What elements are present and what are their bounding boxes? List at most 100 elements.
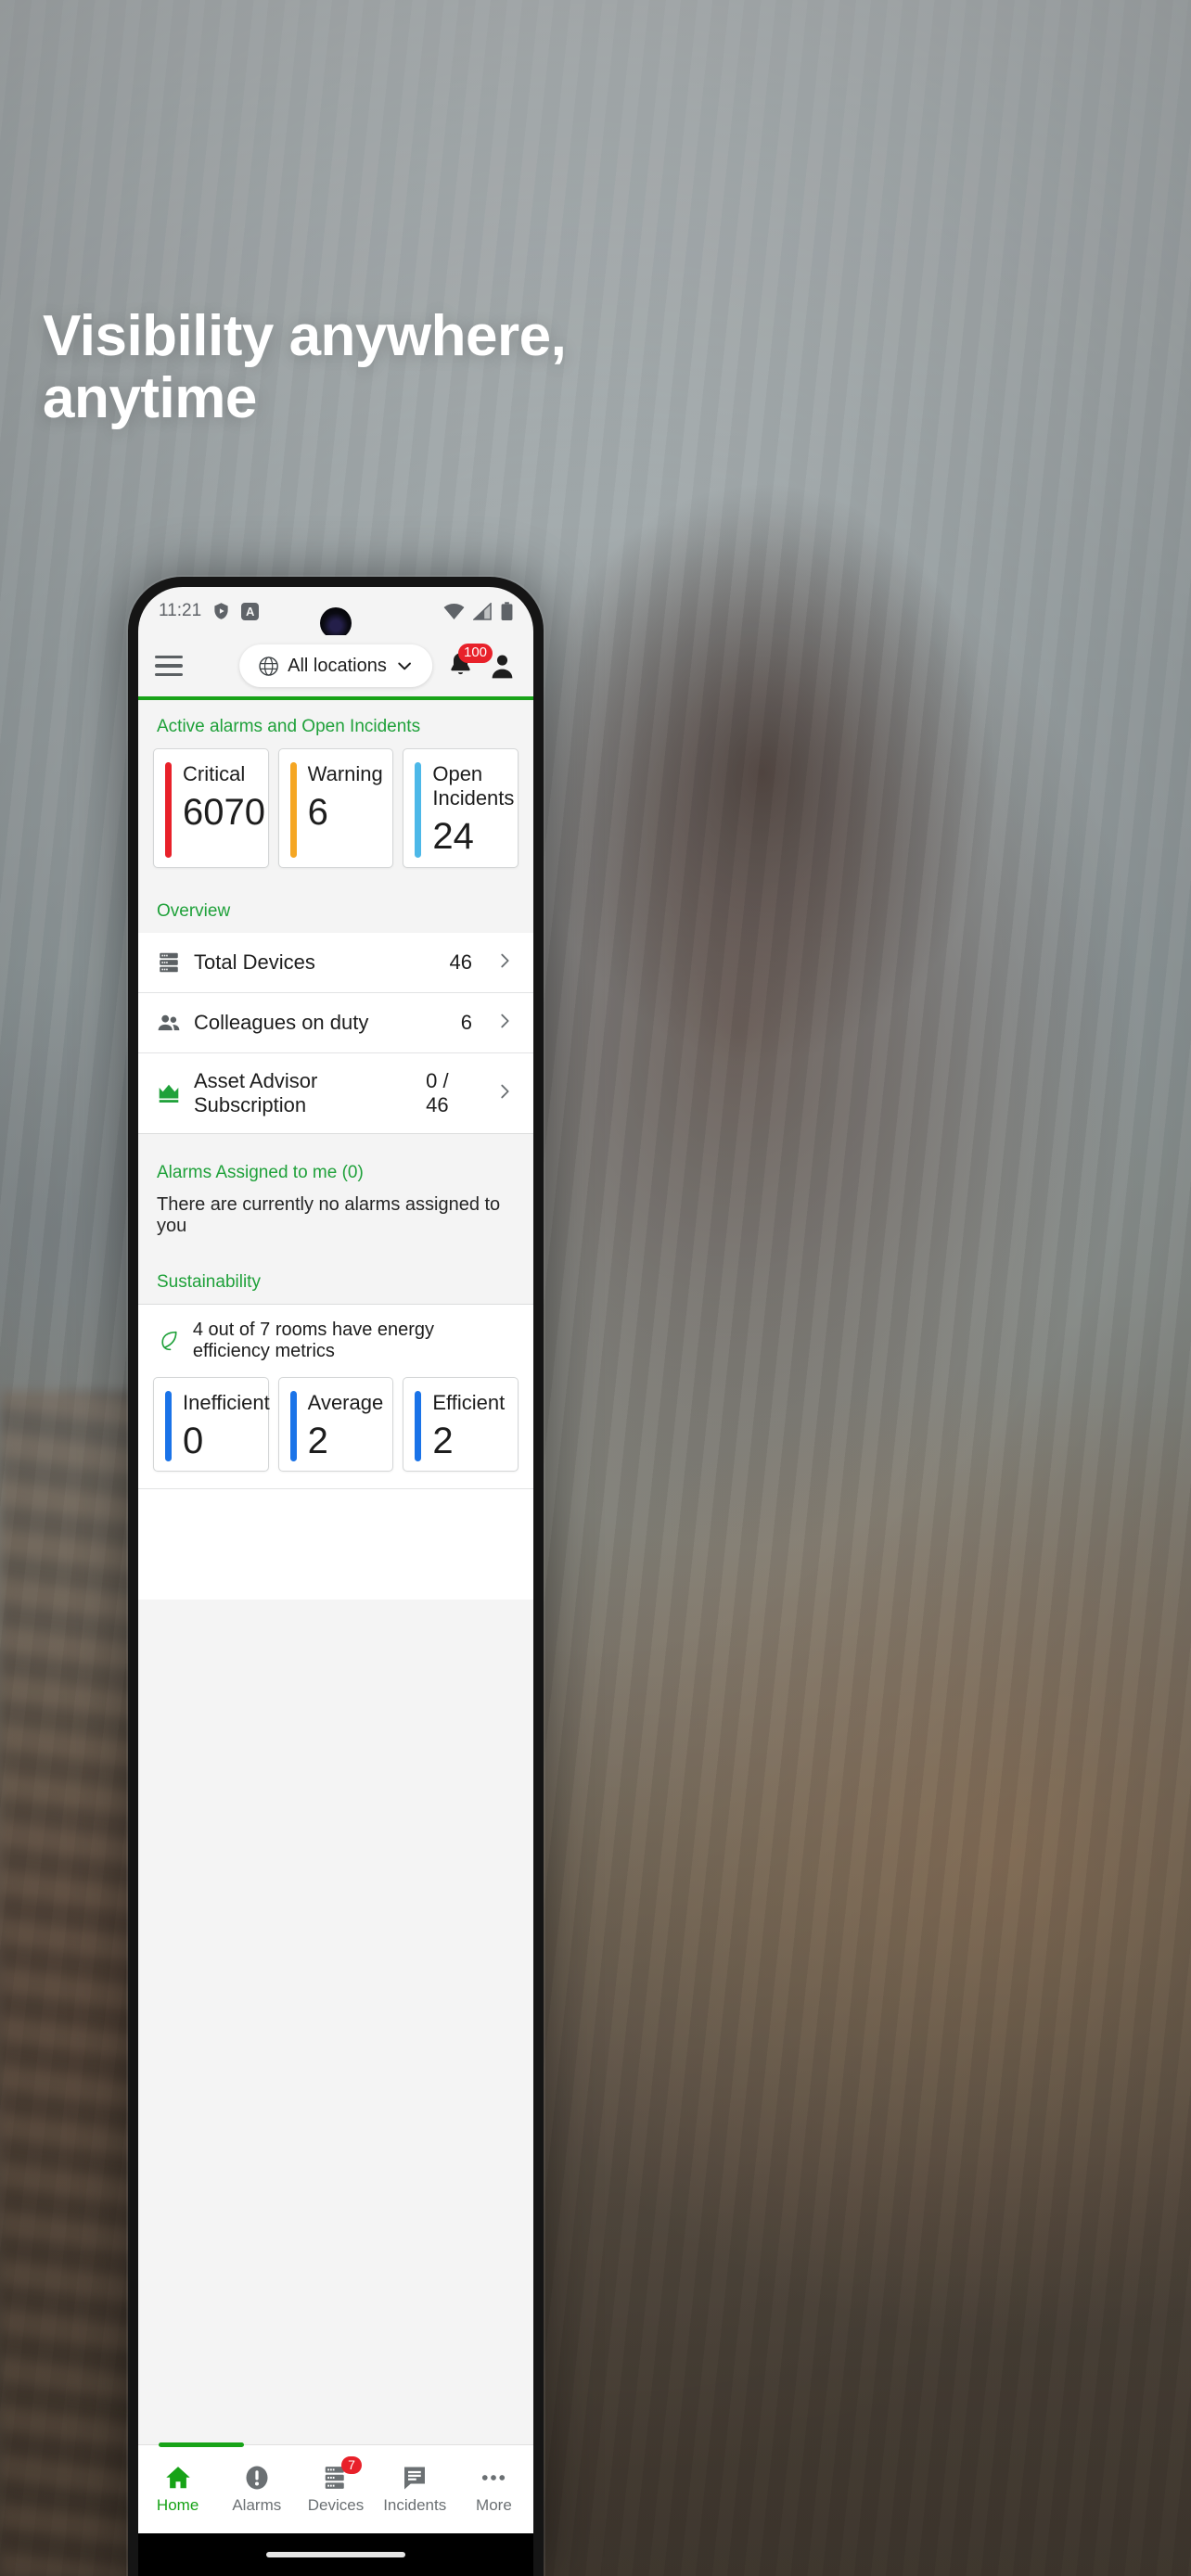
- section-divider: [138, 1132, 533, 1146]
- efficiency-card-title: Efficient: [432, 1390, 506, 1414]
- alarm-card-body: Warning 6: [307, 762, 383, 858]
- efficiency-card[interactable]: Average 2: [277, 1376, 394, 1473]
- sustainability-cards: Inefficient 0 Average 2 Efficient 2: [138, 1376, 533, 1489]
- cellular-icon: [473, 602, 492, 620]
- server-rack-icon: [160, 952, 178, 972]
- status-bar-right: [443, 601, 513, 621]
- efficiency-card-body: Inefficient 0: [183, 1391, 270, 1462]
- chevron-right-icon: [494, 1009, 515, 1037]
- ellipsis-icon: [482, 2475, 506, 2480]
- sustainability-cards-wrap: Inefficient 0 Average 2 Efficient 2: [138, 1376, 533, 1489]
- efficiency-card-value: 0: [183, 1420, 204, 1461]
- home-icon: [165, 2467, 190, 2489]
- hero-headline-line2: anytime: [43, 365, 257, 430]
- overview-row-value: 6: [460, 1010, 472, 1034]
- overview-row[interactable]: Asset Advisor Subscription 0 / 46: [138, 1053, 533, 1133]
- notification-badge: 100: [458, 644, 493, 663]
- people-icon: [158, 1014, 180, 1030]
- wifi-icon: [443, 603, 465, 619]
- sustainability-summary-text: 4 out of 7 rooms have energy efficiency …: [192, 1319, 435, 1361]
- nav-item-label: Incidents: [383, 2496, 447, 2514]
- sustainability-summary-row: 4 out of 7 rooms have energy efficiency …: [138, 1303, 533, 1377]
- alarm-card[interactable]: Critical 6070: [153, 748, 269, 868]
- alarm-card-title: Critical: [183, 762, 246, 785]
- alarm-card-body: Critical 6070: [183, 762, 265, 858]
- dashboard-content: Active alarms and Open Incidents Critica…: [138, 700, 533, 2444]
- hamburger-line: [155, 664, 183, 668]
- front-camera-icon: [320, 607, 352, 639]
- alarm-card-title: Warning: [307, 762, 383, 785]
- overview-row-label: Asset Advisor Subscription: [194, 1068, 318, 1116]
- alarm-color-bar: [415, 762, 422, 858]
- hero-headline: Visibility anywhere, anytime: [43, 304, 711, 430]
- efficiency-card[interactable]: Inefficient 0: [153, 1376, 270, 1473]
- efficiency-card-value: 2: [307, 1420, 328, 1461]
- globe-icon: [259, 656, 278, 676]
- content-bottom-spacer: [138, 1488, 533, 1600]
- overview-row-value: 0 / 46: [426, 1068, 449, 1116]
- status-bar-time: 11:21: [159, 601, 202, 620]
- chevron-down-icon: [398, 662, 411, 670]
- alert-circle-icon: [246, 2466, 268, 2490]
- nav-item-more[interactable]: More: [455, 2445, 533, 2533]
- efficiency-card-value: 2: [432, 1420, 454, 1461]
- app-header-actions: 100: [447, 644, 517, 681]
- nav-item-devices[interactable]: 7 Devices: [296, 2445, 375, 2533]
- alarm-cards: Critical 6070 Warning 6 Open Incidents 24: [138, 748, 533, 885]
- efficiency-color-bar: [165, 1390, 172, 1462]
- nav-item-incidents[interactable]: Incidents: [376, 2445, 455, 2533]
- overview-section-label: Overview: [157, 900, 231, 921]
- hero-headline-line1: Visibility anywhere,: [43, 304, 567, 368]
- status-bar-left: 11:21 A: [159, 601, 260, 621]
- leaf-icon: [161, 1331, 177, 1350]
- shield-play-icon: [214, 603, 228, 619]
- efficiency-card-body: Efficient 2: [432, 1391, 505, 1462]
- chevron-right-icon: [494, 1079, 515, 1107]
- phone-screen: 11:21 A All locations 100 Active alarms …: [138, 587, 533, 2576]
- efficiency-color-bar: [289, 1390, 297, 1462]
- assigned-empty-text: There are currently no alarms assigned t…: [157, 1193, 501, 1236]
- bottom-navigation: Home Alarms 7 Devices Incidents More: [138, 2442, 533, 2533]
- home-gesture-bar[interactable]: [266, 2552, 405, 2557]
- overview-row-value: 46: [449, 950, 472, 974]
- app-header: All locations 100: [138, 635, 533, 696]
- battery-icon: [501, 601, 513, 620]
- efficiency-card-body: Average 2: [307, 1391, 384, 1462]
- chevron-right-icon: [494, 949, 515, 976]
- alarm-card-value: 6: [307, 791, 328, 833]
- a-badge-icon: A: [241, 602, 260, 620]
- notifications-button[interactable]: 100: [447, 644, 493, 681]
- assigned-section-label: Alarms Assigned to me (0): [157, 1162, 364, 1182]
- message-lines-icon: [404, 2467, 426, 2490]
- nav-item-label: More: [476, 2496, 512, 2514]
- alarms-section-label: Active alarms and Open Incidents: [157, 717, 421, 736]
- efficiency-color-bar: [415, 1390, 422, 1462]
- overview-row-label: Total Devices: [194, 950, 315, 974]
- overview-row[interactable]: Colleagues on duty 6: [138, 993, 533, 1053]
- alarm-card[interactable]: Open Incidents 24: [403, 748, 519, 868]
- location-selector[interactable]: All locations: [239, 644, 432, 687]
- nav-item-home[interactable]: Home: [138, 2445, 217, 2533]
- overview-panel: Total Devices 46 Colleagues on duty 6 Asset …: [138, 932, 533, 1133]
- alarm-card-title: Open Incidents: [432, 762, 515, 810]
- nav-item-label: Devices: [307, 2496, 365, 2514]
- sustainability-section-label: Sustainability: [157, 1271, 261, 1292]
- hamburger-icon[interactable]: [155, 656, 183, 676]
- nav-item-alarms[interactable]: Alarms: [217, 2445, 296, 2533]
- hamburger-line: [155, 656, 183, 659]
- nav-item-label: Alarms: [232, 2496, 282, 2514]
- nav-item-label: Home: [156, 2496, 199, 2514]
- overview-row-label: Colleagues on duty: [194, 1010, 369, 1034]
- nav-badge: 7: [341, 2456, 362, 2475]
- hamburger-line: [155, 672, 183, 676]
- overview-row[interactable]: Total Devices 46: [138, 933, 533, 993]
- alarm-card-value: 24: [432, 815, 474, 857]
- alarm-color-bar: [289, 762, 297, 858]
- alarm-card[interactable]: Warning 6: [277, 748, 394, 868]
- alarm-color-bar: [165, 762, 172, 858]
- efficiency-card[interactable]: Efficient 2: [403, 1376, 519, 1473]
- phone-mockup: 11:21 A All locations 100 Active alarms …: [128, 577, 544, 2576]
- alarm-card-value: 6070: [183, 791, 265, 833]
- gesture-area: [138, 2533, 533, 2576]
- crown-icon: [159, 1084, 179, 1103]
